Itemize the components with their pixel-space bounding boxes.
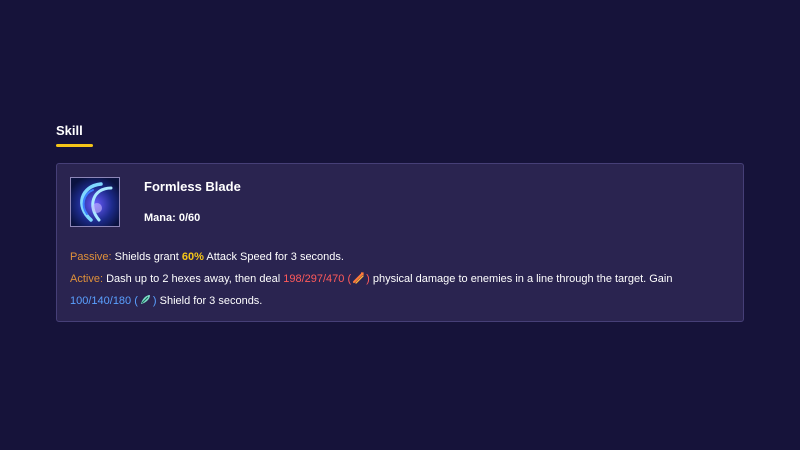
skill-name: Formless Blade (144, 179, 241, 194)
passive-label: Passive: (70, 251, 112, 263)
active-text-before: Dash up to 2 hexes away, then deal (103, 273, 284, 285)
active-text-mid: physical damage to enemies in a line thr… (369, 273, 673, 285)
shield-values: 100/140/180 (70, 295, 132, 307)
passive-value: 60% (181, 251, 204, 263)
section-underline (56, 144, 93, 147)
passive-line: Passive: Shields grant 60% Attack Speed … (70, 246, 730, 268)
skill-description: Passive: Shields grant 60% Attack Speed … (70, 246, 730, 312)
passive-text-before: Shields grant (111, 251, 182, 263)
skill-card: Formless Blade Mana: 0/60 Passive: Shiel… (56, 163, 744, 322)
mana-cost: Mana: 0/60 (144, 212, 201, 224)
active-line: Active: Dash up to 2 hexes away, then de… (70, 268, 730, 312)
section-title: Skill (56, 123, 83, 138)
damage-paren-open: ( (344, 273, 352, 285)
ability-power-icon (139, 292, 152, 305)
shield-paren-open: ( (131, 295, 138, 307)
passive-text-after: Attack Speed for 3 seconds. (203, 251, 344, 263)
formless-blade-icon (70, 177, 120, 227)
attack-damage-icon (352, 270, 365, 284)
damage-values: 198/297/470 (283, 273, 345, 285)
active-label: Active: (70, 273, 104, 285)
active-text-after: Shield for 3 seconds. (156, 295, 263, 307)
